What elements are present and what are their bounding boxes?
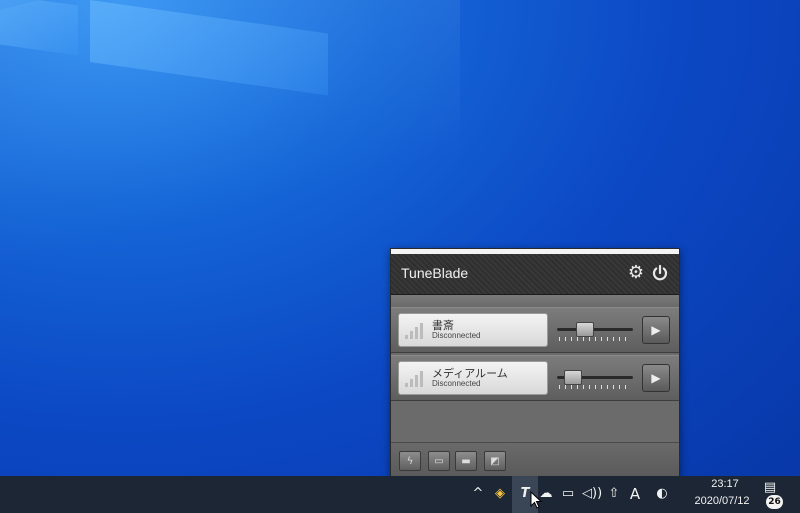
chevron-up-icon[interactable]: ^ — [470, 485, 486, 503]
device-card[interactable]: 書斎 Disconnected — [398, 313, 548, 347]
slider-thumb[interactable] — [575, 322, 594, 337]
clock-time[interactable]: 23:17 — [700, 478, 750, 490]
power-icon[interactable] — [651, 264, 669, 282]
app-tray-icon[interactable]: ◈ — [492, 485, 508, 503]
cloud-upload-icon[interactable]: ⇧ — [606, 485, 622, 503]
signal-icon — [405, 369, 425, 387]
chart-icon[interactable]: ◩ — [484, 451, 506, 471]
lightning-icon[interactable]: ϟ — [399, 451, 421, 471]
volume-slider[interactable] — [557, 322, 633, 346]
device-row: メディアルーム Disconnected ▶ — [391, 355, 679, 401]
device-status: Disconnected — [432, 331, 481, 340]
tuneblade-window: TuneBlade ⚙ 書斎 Disconnected ▶ メディアルーム Di… — [390, 248, 680, 478]
taskbar: ^ ◈ T ☁ ▭ ◁)) ⇧ A ◐ 23:17 2020/07/12 ▤ 2… — [0, 476, 800, 513]
header-gap — [391, 295, 679, 307]
play-button[interactable]: ▶ — [642, 364, 670, 392]
notification-count: 26 — [766, 495, 783, 509]
mouse-cursor-icon — [530, 491, 542, 509]
tuneblade-footer: ϟ ▭ ▬ ◩ — [391, 442, 679, 477]
play-button[interactable]: ▶ — [642, 316, 670, 344]
volume-icon[interactable]: ◁)) — [582, 485, 602, 503]
gear-icon[interactable]: ⚙ — [627, 264, 645, 282]
signal-icon — [405, 321, 425, 339]
slider-track — [557, 328, 633, 331]
battery-icon[interactable]: ▭ — [428, 451, 450, 471]
clock-date[interactable]: 2020/07/12 — [684, 495, 760, 507]
app-title: TuneBlade — [401, 265, 469, 281]
device-card[interactable]: メディアルーム Disconnected — [398, 361, 548, 395]
night-mode-icon[interactable]: ◐ — [654, 485, 670, 503]
ime-indicator[interactable]: A — [627, 485, 643, 503]
network-icon[interactable]: ▭ — [560, 485, 576, 503]
play-icon: ▶ — [651, 371, 661, 385]
slider-thumb[interactable] — [564, 370, 583, 385]
tuneblade-header: TuneBlade ⚙ — [391, 254, 679, 295]
slider-ticks — [559, 337, 631, 341]
volume-slider[interactable] — [557, 370, 633, 394]
slider-ticks — [559, 385, 631, 389]
display-icon[interactable]: ▬ — [455, 451, 477, 471]
play-icon: ▶ — [651, 323, 661, 337]
device-row: 書斎 Disconnected ▶ — [391, 307, 679, 353]
device-status: Disconnected — [432, 379, 481, 388]
